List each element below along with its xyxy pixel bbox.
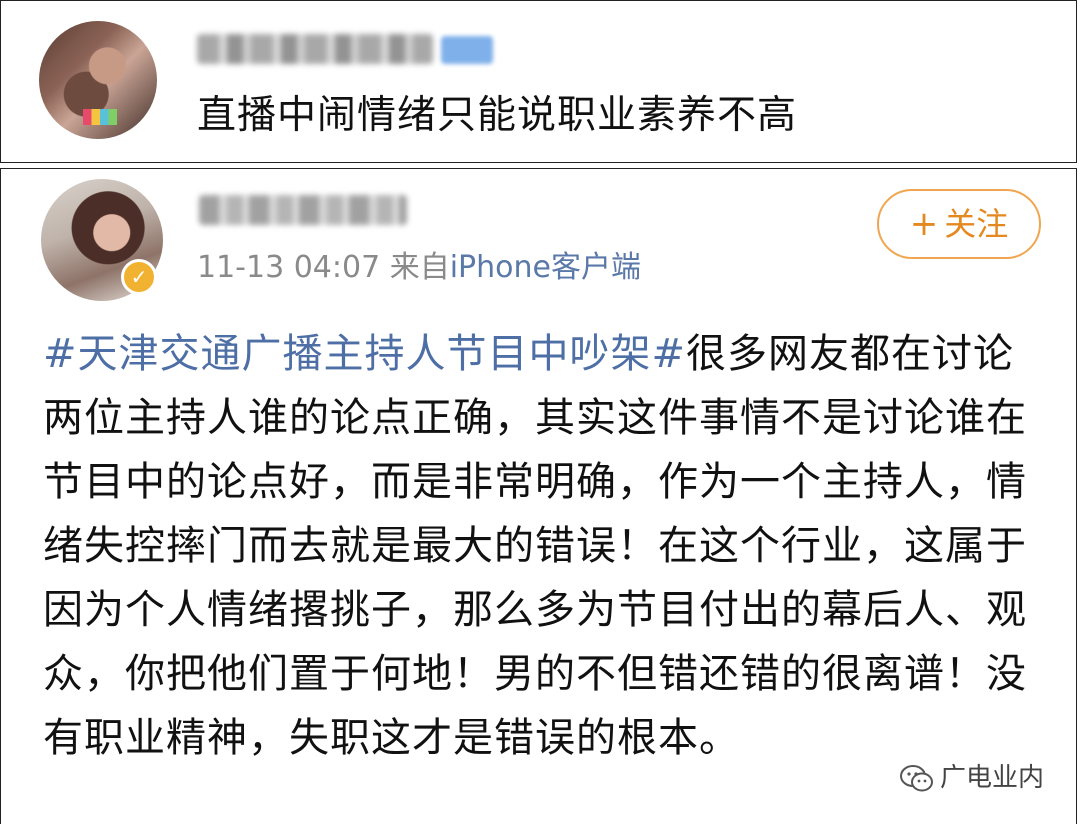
hashtag-link[interactable]: #天津交通广播主持人节目中吵架# xyxy=(43,331,686,377)
watermark-text: 广电业内 xyxy=(940,763,1045,793)
comment-text: 直播中闹情绪只能说职业素养不高 xyxy=(197,93,798,138)
post-card: ✓ 11-13 04:07 来自iPhone客户端 + 关注 #天津交通广播主持人… xyxy=(0,168,1077,824)
follow-label: 关注 xyxy=(944,205,1009,243)
watermark: 广电业内 xyxy=(900,760,1044,796)
post-text: 很多网友都在讨论两位主持人谁的论点正确，其实这件事情不是讨论谁在节目中的论点好，… xyxy=(43,331,1027,761)
blurred-username[interactable] xyxy=(199,195,407,225)
post-source[interactable]: iPhone客户端 xyxy=(450,250,641,285)
user-avatar-icon[interactable] xyxy=(39,21,157,139)
member-badge-icon xyxy=(441,36,493,64)
wechat-icon xyxy=(900,764,934,794)
avatar-stripe xyxy=(83,109,117,125)
post-timestamp: 11-13 04:07 xyxy=(197,250,381,285)
comment-card: 直播中闹情绪只能说职业素养不高 xyxy=(0,0,1077,163)
post-meta: 11-13 04:07 来自iPhone客户端 xyxy=(197,247,641,289)
plus-icon: + xyxy=(909,204,939,244)
post-source-prefix: 来自 xyxy=(389,250,450,285)
post-body: #天津交通广播主持人节目中吵架#很多网友都在讨论两位主持人谁的论点正确，其实这件… xyxy=(43,322,1043,770)
follow-button[interactable]: + 关注 xyxy=(877,189,1041,259)
blurred-username[interactable] xyxy=(197,34,433,64)
verified-badge-icon: ✓ xyxy=(121,259,157,295)
